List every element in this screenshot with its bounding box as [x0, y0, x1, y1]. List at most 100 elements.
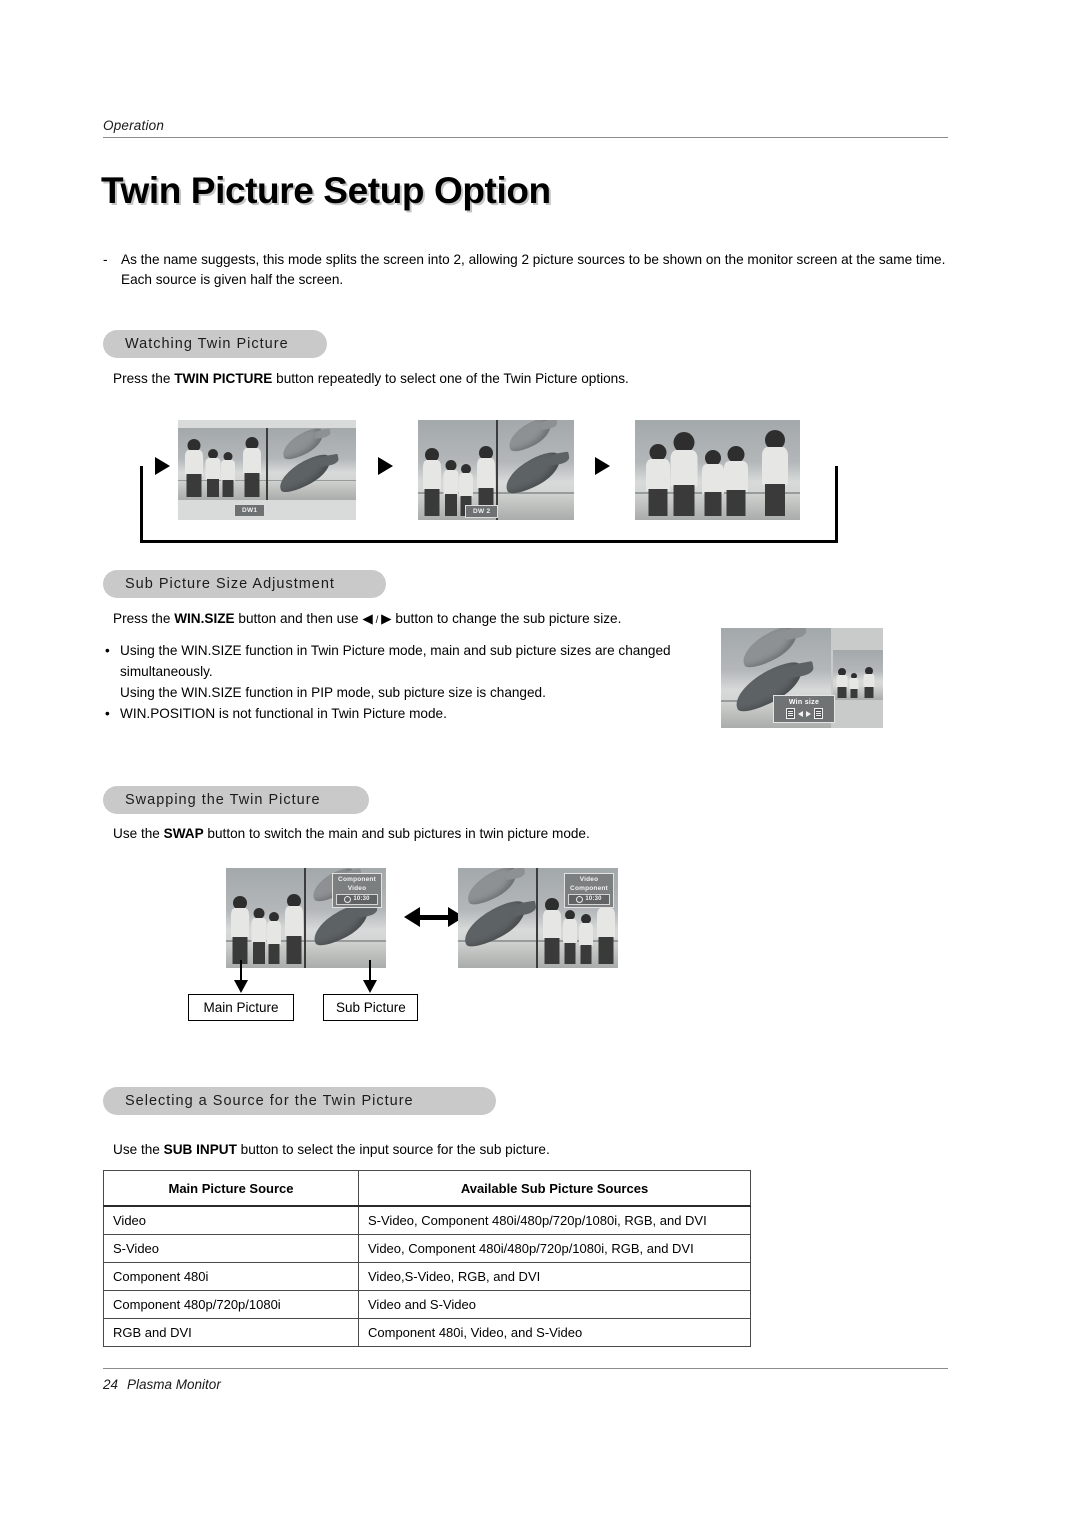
swap-screen-right: Video Component 10:30 — [458, 868, 618, 968]
header-divider — [103, 137, 948, 138]
winsize-max-icon[interactable] — [813, 708, 823, 719]
winsize-osd-controls[interactable] — [778, 708, 830, 719]
section-heading-swapping: Swapping the Twin Picture — [103, 786, 369, 814]
selecting-instruction-pre: Use the — [113, 1142, 164, 1157]
table-header-main-source: Main Picture Source — [103, 1170, 359, 1207]
swap-left-osd-line2: Video — [347, 884, 367, 892]
callout-main-picture: Main Picture — [188, 994, 294, 1021]
swap-right-osd-line2: Component — [570, 884, 608, 892]
winsize-screen: Win size — [721, 628, 883, 728]
section-heading-swapping-label: Swapping the Twin Picture — [125, 792, 321, 808]
table-cell-main-source: S-Video — [103, 1234, 359, 1263]
subsize-instruction-bold: WIN.SIZE — [174, 611, 235, 626]
table-row: Component 480i Video,S-Video, RGB, and D… — [103, 1262, 751, 1291]
swapping-instruction-pre: Use the — [113, 826, 164, 841]
document-page: Operation Twin Picture Setup Option - As… — [0, 0, 1080, 1528]
page-number: 24 — [103, 1377, 119, 1392]
callout-sub-picture: Sub Picture — [323, 994, 418, 1021]
bullet-item-continued: Using the WIN.SIZE function in PIP mode,… — [103, 682, 703, 703]
section-heading-watching-label: Watching Twin Picture — [125, 336, 289, 352]
section-heading-watching: Watching Twin Picture — [103, 330, 327, 358]
swapping-instruction-bold: SWAP — [163, 826, 204, 841]
section-heading-selecting-label: Selecting a Source for the Twin Picture — [125, 1093, 414, 1109]
bullet-text: Using the WIN.SIZE function in PIP mode,… — [120, 685, 546, 700]
table-row: Component 480p/720p/1080i Video and S-Vi… — [103, 1290, 751, 1319]
watching-instruction-post: button repeatedly to select one of the T… — [272, 371, 629, 386]
winsize-min-icon[interactable] — [785, 708, 795, 719]
swap-right-osd: Video Component 10:30 — [564, 873, 614, 908]
source-table-head: Main Picture Source Available Sub Pictur… — [103, 1170, 751, 1207]
selecting-instruction: Use the SUB INPUT button to select the i… — [113, 1140, 813, 1160]
watching-instruction: Press the TWIN PICTURE button repeatedly… — [113, 369, 943, 389]
running-header: Operation — [103, 118, 948, 138]
winsize-right-arrow-icon[interactable] — [805, 710, 811, 717]
swap-right-osd-clock: 10:30 — [568, 894, 610, 905]
swap-left-osd-clock: 10:30 — [336, 894, 378, 905]
callout-arrow-main — [234, 980, 248, 993]
table-cell-main-source: Component 480i — [103, 1262, 359, 1291]
winsize-osd-title: Win size — [788, 699, 820, 706]
loop-line-bottom — [140, 540, 838, 543]
dw2-sub-half — [498, 420, 574, 520]
table-cell-sub-sources: S-Video, Component 480i/480p/720p/1080i,… — [358, 1205, 751, 1235]
footer-text: 24 Plasma Monitor — [103, 1377, 948, 1392]
intro-paragraph: - As the name suggests, this mode splits… — [103, 250, 948, 290]
table-row: S-Video Video, Component 480i/480p/720p/… — [103, 1234, 751, 1263]
table-header-row: Main Picture Source Available Sub Pictur… — [103, 1170, 751, 1207]
table-cell-main-source: Component 480p/720p/1080i — [103, 1290, 359, 1319]
subsize-instruction-post: button to change the sub picture size. — [391, 611, 622, 626]
table-header-sub-sources: Available Sub Picture Sources — [358, 1170, 751, 1207]
twin-screen-dw2: DW 2 — [418, 420, 574, 520]
twin-screen-dw1: DW1 — [178, 420, 356, 520]
table-cell-main-source: Video — [103, 1205, 359, 1235]
intro-dash: - — [103, 252, 108, 267]
swap-left-osd: Component Video 10:30 — [332, 873, 382, 908]
table-row: Video S-Video, Component 480i/480p/720p/… — [103, 1205, 751, 1235]
bullet-text: Using the WIN.SIZE function in Twin Pict… — [120, 643, 671, 679]
swapping-instruction: Use the SWAP button to switch the main a… — [113, 824, 813, 844]
table-cell-sub-sources: Video, Component 480i/480p/720p/1080i, R… — [358, 1234, 751, 1263]
swap-left-divider — [304, 868, 306, 968]
subsize-bullets: • Using the WIN.SIZE function in Twin Pi… — [103, 640, 703, 724]
loop-line-left — [140, 466, 143, 543]
page-footer: 24 Plasma Monitor — [103, 1368, 948, 1392]
swap-right-osd-line1: Video — [579, 876, 599, 883]
flow-arrow-1 — [378, 457, 393, 475]
intro-text: As the name suggests, this mode splits t… — [121, 252, 946, 287]
dw1-split-divider — [266, 428, 268, 500]
winsize-sub-half — [833, 650, 883, 700]
bullet-item: • WIN.POSITION is not functional in Twin… — [103, 703, 703, 724]
single-screen — [635, 420, 800, 520]
swap-left-clock-text: 10:30 — [353, 896, 370, 902]
selecting-instruction-post: button to select the input source for th… — [236, 1142, 550, 1157]
page-title: Twin Picture Setup Option — [101, 170, 551, 211]
left-arrow-icon: ◀ — [362, 611, 373, 626]
bullet-item: • Using the WIN.SIZE function in Twin Pi… — [103, 640, 703, 682]
swap-right-clock-text: 10:30 — [585, 896, 602, 902]
source-table-body: Video S-Video, Component 480i/480p/720p/… — [103, 1205, 751, 1347]
running-header-text: Operation — [103, 118, 165, 133]
footer-divider — [103, 1368, 948, 1369]
section-heading-selecting: Selecting a Source for the Twin Picture — [103, 1087, 496, 1115]
bullet-dot-icon: • — [105, 706, 110, 721]
table-cell-sub-sources: Component 480i, Video, and S-Video — [358, 1318, 751, 1347]
winsize-left-arrow-icon[interactable] — [797, 710, 803, 717]
winsize-osd[interactable]: Win size — [773, 695, 835, 723]
table-cell-main-source: RGB and DVI — [103, 1318, 359, 1347]
callout-arrow-sub — [363, 980, 377, 993]
table-row: RGB and DVI Component 480i, Video, and S… — [103, 1318, 751, 1347]
loop-line-right — [835, 466, 838, 543]
right-arrow-icon: ▶ — [381, 611, 392, 626]
section-heading-subsize: Sub Picture Size Adjustment — [103, 570, 386, 598]
table-cell-sub-sources: Video,S-Video, RGB, and DVI — [358, 1262, 751, 1291]
flow-arrow-2 — [595, 457, 610, 475]
bullet-dot-icon: • — [105, 643, 110, 658]
swap-right-main-half — [458, 868, 536, 968]
swap-screen-left: Component Video 10:30 — [226, 868, 386, 968]
swapping-instruction-post: button to switch the main and sub pictur… — [203, 826, 590, 841]
clock-icon — [576, 895, 584, 903]
swap-left-main-half — [226, 868, 304, 968]
dw1-sub-half — [268, 428, 356, 500]
arrow-separator: / — [372, 615, 382, 626]
subsize-instruction: Press the WIN.SIZE button and then use ◀… — [113, 609, 733, 631]
